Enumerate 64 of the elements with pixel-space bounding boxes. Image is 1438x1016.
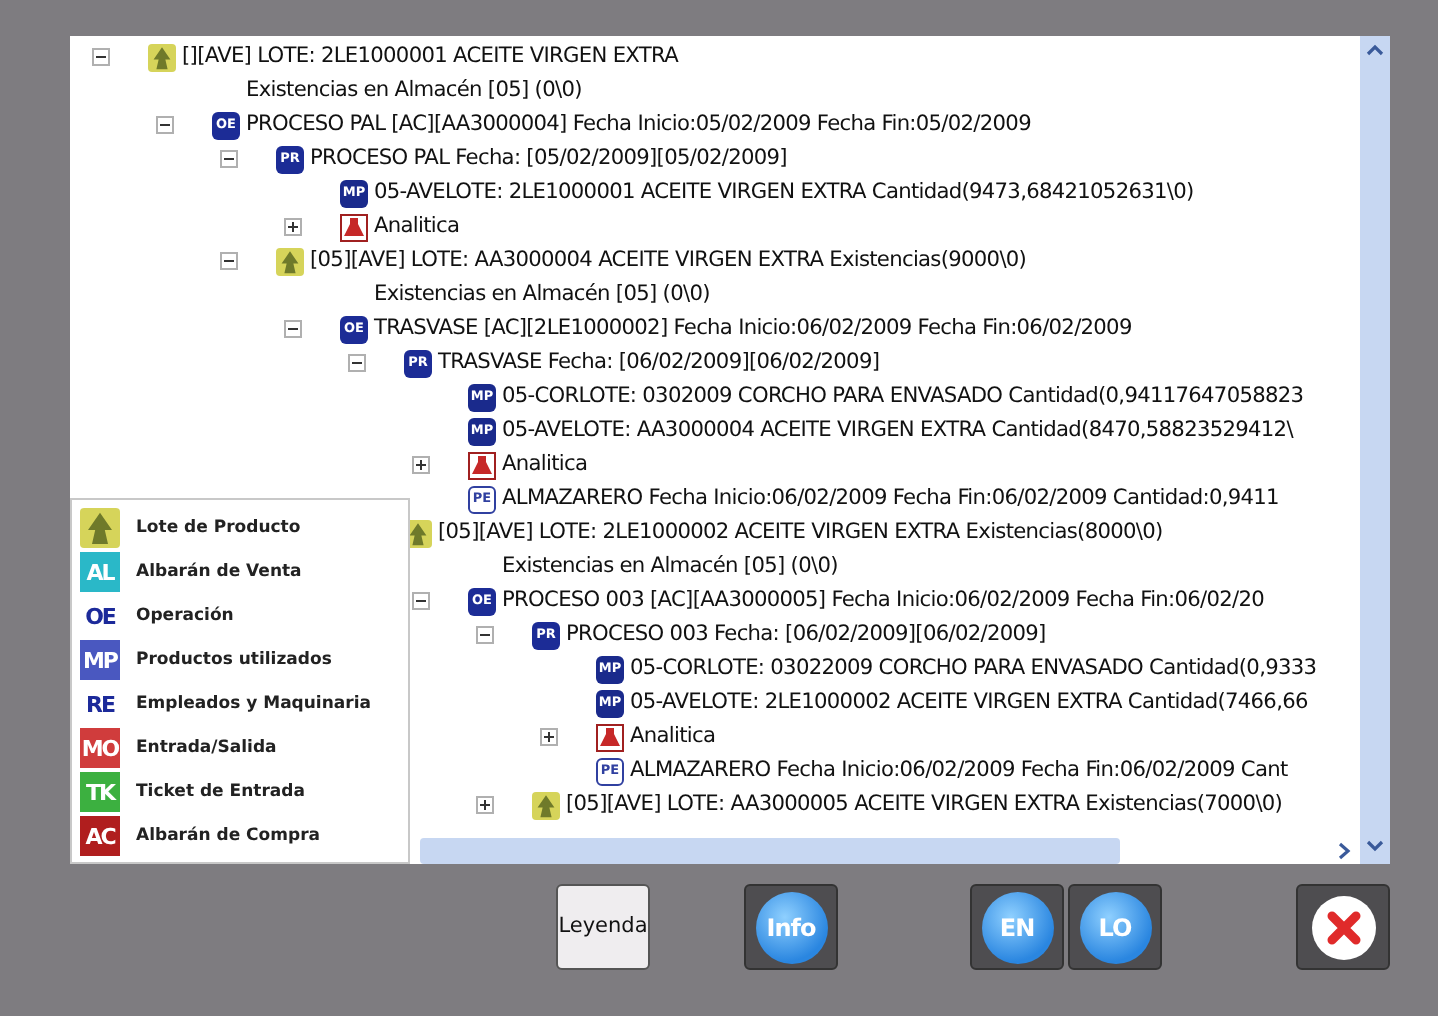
- code-icon: AC: [80, 816, 120, 856]
- collapse-icon[interactable]: [348, 354, 366, 372]
- tree-item-label[interactable]: 05-CORLOTE: 0302009 CORCHO PARA ENVASADO Cantidad(0,94117647058823: [502, 381, 1304, 413]
- tree-item-label[interactable]: 05-AVELOTE: AA3000004 ACEITE VIRGEN EXTRA Cantidad(8470,58823529412\: [502, 415, 1293, 447]
- tree-item-label[interactable]: PROCESO 003 [AC][AA3000005] Fecha Inicio:06/02/2009 Fecha Fin:06/02/20: [502, 585, 1265, 617]
- legend-label: Lote de Producto: [136, 515, 301, 541]
- close-icon: [1309, 893, 1377, 961]
- scroll-right-icon[interactable]: [1336, 842, 1352, 860]
- collapse-icon[interactable]: [156, 116, 174, 134]
- code-icon: TK: [80, 772, 120, 812]
- collapse-icon[interactable]: [92, 48, 110, 66]
- code-icon: AL: [80, 552, 120, 592]
- tree-item-label[interactable]: ALMAZARERO Fecha Inicio:06/02/2009 Fecha Fin:06/02/2009 Cantidad:0,9411: [502, 483, 1279, 515]
- tree-item-label[interactable]: [][AVE] LOTE: 2LE1000001 ACEITE VIRGEN EXTRA: [182, 41, 679, 73]
- lot-icon: [532, 791, 560, 819]
- close-button[interactable]: [1296, 884, 1390, 970]
- legend-button[interactable]: Leyenda: [556, 884, 650, 970]
- legend-label: Ticket de Entrada: [136, 779, 305, 805]
- tree-item-label[interactable]: 05-AVELOTE: 2LE1000002 ACEITE VIRGEN EXTRA Cantidad(7466,66: [630, 687, 1308, 719]
- collapse-icon[interactable]: [220, 150, 238, 168]
- tree-item-label[interactable]: Analitica: [374, 211, 460, 243]
- tree-item-label[interactable]: [05][AVE] LOTE: AA3000004 ACEITE VIRGEN EXTRA Existencias(9000\0): [310, 245, 1027, 277]
- tree-item-label[interactable]: ALMAZARERO Fecha Inicio:06/02/2009 Fecha Fin:06/02/2009 Cant: [630, 755, 1288, 787]
- expand-icon[interactable]: [412, 456, 430, 474]
- collapse-icon[interactable]: [412, 592, 430, 610]
- tree-item-label[interactable]: Existencias en Almacén [05] (0\0): [246, 75, 582, 107]
- flask-icon: [596, 723, 624, 751]
- vertical-scrollbar[interactable]: [1360, 36, 1390, 864]
- tree-item-label[interactable]: TRASVASE [AC][2LE1000002] Fecha Inicio:06/02/2009 Fecha Fin:06/02/2009: [374, 313, 1132, 345]
- collapse-icon[interactable]: [284, 320, 302, 338]
- code-icon: MP: [80, 640, 120, 680]
- tree-item-label[interactable]: [05][AVE] LOTE: AA3000005 ACEITE VIRGEN EXTRA Existencias(7000\0): [566, 789, 1283, 821]
- collapse-icon[interactable]: [476, 626, 494, 644]
- code-icon: OE: [80, 596, 120, 636]
- legend-label: Operación: [136, 603, 234, 629]
- legend-label: Albarán de Venta: [136, 559, 302, 585]
- code-icon: MO: [80, 728, 120, 768]
- tree-item-label[interactable]: 05-CORLOTE: 03022009 CORCHO PARA ENVASADO Cantidad(0,9333: [630, 653, 1317, 685]
- expand-icon[interactable]: [284, 218, 302, 236]
- tree-item-label[interactable]: PROCESO PAL Fecha: [05/02/2009][05/02/2009]: [310, 143, 787, 175]
- lot-icon: [80, 508, 120, 548]
- tree-item-label[interactable]: Analitica: [502, 449, 588, 481]
- tree-item-label[interactable]: Existencias en Almacén [05] (0\0): [502, 551, 838, 583]
- scroll-up-icon[interactable]: [1366, 44, 1384, 56]
- legend-label: Albarán de Compra: [136, 823, 321, 849]
- tree-item-label[interactable]: PROCESO PAL [AC][AA3000004] Fecha Inicio:05/02/2009 Fecha Fin:05/02/2009: [246, 109, 1031, 141]
- expand-icon[interactable]: [540, 728, 558, 746]
- flask-icon: [468, 451, 496, 479]
- lot-icon: [148, 43, 176, 71]
- tree-item-label[interactable]: PROCESO 003 Fecha: [06/02/2009][06/02/2009]: [566, 619, 1046, 651]
- tree-item-label[interactable]: 05-AVELOTE: 2LE1000001 ACEITE VIRGEN EXTRA Cantidad(9473,68421052631\0): [374, 177, 1194, 209]
- tree-item-label[interactable]: Existencias en Almacén [05] (0\0): [374, 279, 710, 311]
- tree-item-label[interactable]: [05][AVE] LOTE: 2LE1000002 ACEITE VIRGEN EXTRA Existencias(8000\0): [438, 517, 1163, 549]
- tree-item-label[interactable]: Analitica: [630, 721, 716, 753]
- legend-label: Empleados y Maquinaria: [136, 691, 371, 717]
- legend-label: Entrada/Salida: [136, 735, 277, 761]
- expand-icon[interactable]: [476, 796, 494, 814]
- collapse-icon[interactable]: [220, 252, 238, 270]
- flask-icon: [340, 213, 368, 241]
- tree-item-label[interactable]: TRASVASE Fecha: [06/02/2009][06/02/2009]: [438, 347, 880, 379]
- lot-icon: [276, 247, 304, 275]
- legend-label: Productos utilizados: [136, 647, 332, 673]
- code-icon: RE: [80, 684, 120, 724]
- scroll-down-icon[interactable]: [1366, 840, 1384, 852]
